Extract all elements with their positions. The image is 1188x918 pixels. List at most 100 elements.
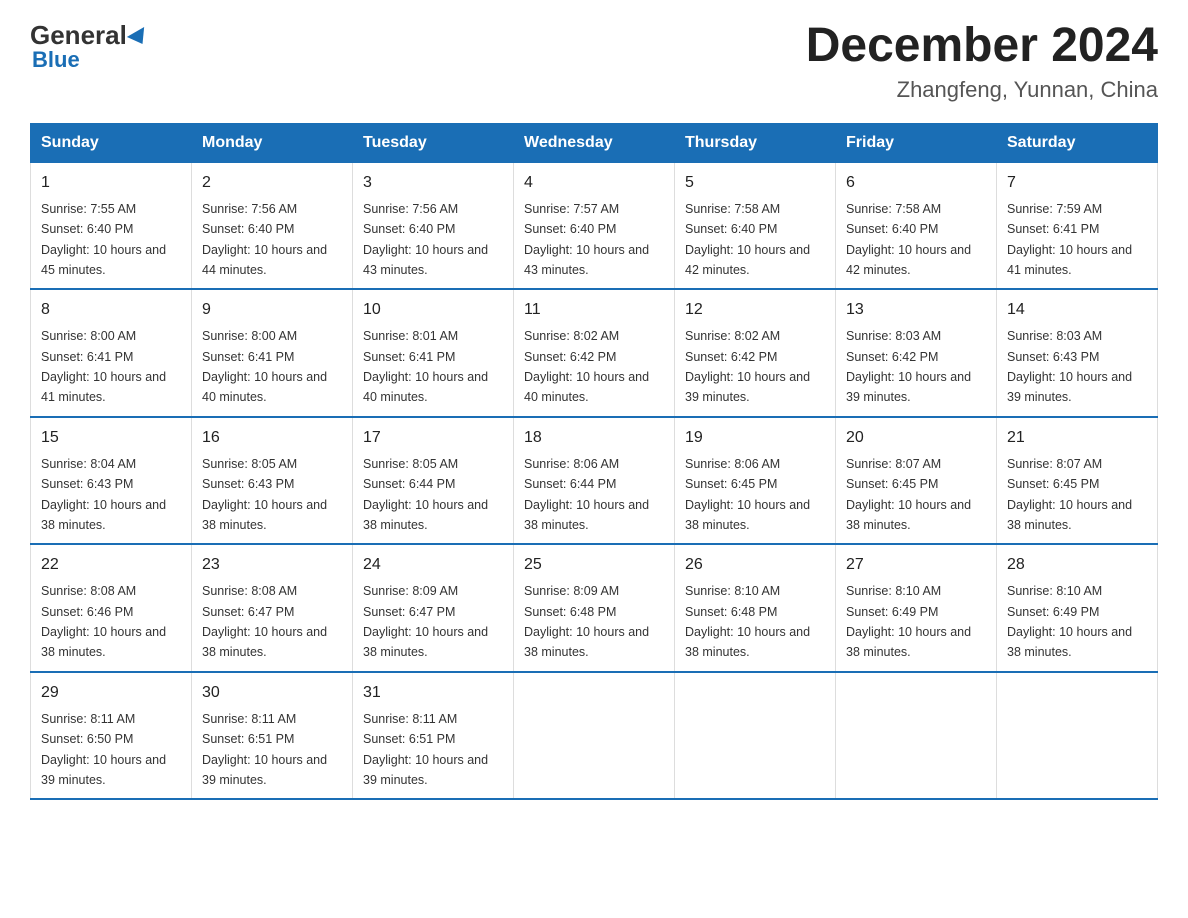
day-info: Sunrise: 8:00 AMSunset: 6:41 PMDaylight:… <box>202 329 327 404</box>
calendar-cell: 27 Sunrise: 8:10 AMSunset: 6:49 PMDayligh… <box>836 544 997 672</box>
location: Zhangfeng, Yunnan, China <box>806 77 1158 103</box>
logo-blue-text: Blue <box>32 47 80 73</box>
calendar-cell: 30 Sunrise: 8:11 AMSunset: 6:51 PMDayligh… <box>192 672 353 800</box>
day-info: Sunrise: 8:10 AMSunset: 6:49 PMDaylight:… <box>1007 584 1132 659</box>
logo: General Blue <box>30 20 149 73</box>
calendar-cell: 3Sunrise: 7:56 AMSunset: 6:40 PMDaylight… <box>353 162 514 289</box>
day-info: Sunrise: 7:55 AMSunset: 6:40 PMDaylight:… <box>41 202 166 277</box>
day-info: Sunrise: 8:10 AMSunset: 6:49 PMDaylight:… <box>846 584 971 659</box>
calendar-cell: 1 Sunrise: 7:55 AMSunset: 6:40 PMDaylight… <box>31 162 192 289</box>
day-number: 9 <box>202 298 342 322</box>
day-info: Sunrise: 7:57 AMSunset: 6:40 PMDaylight:… <box>524 202 649 277</box>
title-section: December 2024 Zhangfeng, Yunnan, China <box>806 20 1158 103</box>
day-info: Sunrise: 8:09 AMSunset: 6:48 PMDaylight:… <box>524 584 649 659</box>
day-number: 24 <box>363 553 503 577</box>
calendar-week-row: 8 Sunrise: 8:00 AMSunset: 6:41 PMDaylight… <box>31 289 1158 417</box>
calendar-cell: 19 Sunrise: 8:06 AMSunset: 6:45 PMDayligh… <box>675 417 836 545</box>
logo-arrow-icon <box>127 26 151 48</box>
calendar-cell: 9 Sunrise: 8:00 AMSunset: 6:41 PMDaylight… <box>192 289 353 417</box>
day-number: 21 <box>1007 426 1147 450</box>
month-title: December 2024 <box>806 20 1158 73</box>
calendar-cell: 23Sunrise: 8:08 AMSunset: 6:47 PMDayligh… <box>192 544 353 672</box>
day-info: Sunrise: 7:58 AMSunset: 6:40 PMDaylight:… <box>685 202 810 277</box>
day-info: Sunrise: 8:05 AMSunset: 6:43 PMDaylight:… <box>202 457 327 532</box>
day-info: Sunrise: 8:00 AMSunset: 6:41 PMDaylight:… <box>41 329 166 404</box>
day-number: 2 <box>202 171 342 195</box>
calendar-cell: 4 Sunrise: 7:57 AMSunset: 6:40 PMDaylight… <box>514 162 675 289</box>
calendar-cell: 5Sunrise: 7:58 AMSunset: 6:40 PMDaylight… <box>675 162 836 289</box>
day-number: 16 <box>202 426 342 450</box>
weekday-header-wednesday: Wednesday <box>514 123 675 162</box>
day-info: Sunrise: 8:01 AMSunset: 6:41 PMDaylight:… <box>363 329 488 404</box>
calendar-cell: 16 Sunrise: 8:05 AMSunset: 6:43 PMDayligh… <box>192 417 353 545</box>
weekday-header-thursday: Thursday <box>675 123 836 162</box>
calendar-week-row: 15 Sunrise: 8:04 AMSunset: 6:43 PMDayligh… <box>31 417 1158 545</box>
day-info: Sunrise: 8:02 AMSunset: 6:42 PMDaylight:… <box>685 329 810 404</box>
day-number: 11 <box>524 298 664 322</box>
day-number: 10 <box>363 298 503 322</box>
day-number: 15 <box>41 426 181 450</box>
calendar-cell <box>836 672 997 800</box>
day-number: 7 <box>1007 171 1147 195</box>
day-info: Sunrise: 8:03 AMSunset: 6:43 PMDaylight:… <box>1007 329 1132 404</box>
day-number: 28 <box>1007 553 1147 577</box>
day-number: 26 <box>685 553 825 577</box>
calendar-cell <box>997 672 1158 800</box>
day-info: Sunrise: 7:59 AMSunset: 6:41 PMDaylight:… <box>1007 202 1132 277</box>
day-info: Sunrise: 8:11 AMSunset: 6:50 PMDaylight:… <box>41 712 166 787</box>
day-number: 6 <box>846 171 986 195</box>
day-info: Sunrise: 8:06 AMSunset: 6:44 PMDaylight:… <box>524 457 649 532</box>
weekday-header-sunday: Sunday <box>31 123 192 162</box>
day-number: 1 <box>41 171 181 195</box>
day-number: 18 <box>524 426 664 450</box>
day-info: Sunrise: 8:11 AMSunset: 6:51 PMDaylight:… <box>202 712 327 787</box>
calendar-cell: 15 Sunrise: 8:04 AMSunset: 6:43 PMDayligh… <box>31 417 192 545</box>
day-number: 13 <box>846 298 986 322</box>
calendar-week-row: 29Sunrise: 8:11 AMSunset: 6:50 PMDayligh… <box>31 672 1158 800</box>
weekday-header-saturday: Saturday <box>997 123 1158 162</box>
calendar-week-row: 1 Sunrise: 7:55 AMSunset: 6:40 PMDaylight… <box>31 162 1158 289</box>
day-info: Sunrise: 8:09 AMSunset: 6:47 PMDaylight:… <box>363 584 488 659</box>
day-number: 17 <box>363 426 503 450</box>
day-number: 27 <box>846 553 986 577</box>
day-info: Sunrise: 7:58 AMSunset: 6:40 PMDaylight:… <box>846 202 971 277</box>
calendar-cell: 13 Sunrise: 8:03 AMSunset: 6:42 PMDayligh… <box>836 289 997 417</box>
calendar-cell: 29Sunrise: 8:11 AMSunset: 6:50 PMDayligh… <box>31 672 192 800</box>
calendar-cell: 10 Sunrise: 8:01 AMSunset: 6:41 PMDayligh… <box>353 289 514 417</box>
calendar-cell <box>514 672 675 800</box>
day-number: 3 <box>363 171 503 195</box>
day-info: Sunrise: 8:10 AMSunset: 6:48 PMDaylight:… <box>685 584 810 659</box>
calendar-cell: 31Sunrise: 8:11 AMSunset: 6:51 PMDayligh… <box>353 672 514 800</box>
day-info: Sunrise: 8:08 AMSunset: 6:47 PMDaylight:… <box>202 584 327 659</box>
day-info: Sunrise: 8:07 AMSunset: 6:45 PMDaylight:… <box>1007 457 1132 532</box>
page-header: General Blue December 2024 Zhangfeng, Yu… <box>30 20 1158 103</box>
day-info: Sunrise: 8:04 AMSunset: 6:43 PMDaylight:… <box>41 457 166 532</box>
day-number: 8 <box>41 298 181 322</box>
day-number: 25 <box>524 553 664 577</box>
day-number: 4 <box>524 171 664 195</box>
weekday-header-tuesday: Tuesday <box>353 123 514 162</box>
day-number: 30 <box>202 681 342 705</box>
calendar-cell: 14Sunrise: 8:03 AMSunset: 6:43 PMDayligh… <box>997 289 1158 417</box>
day-number: 22 <box>41 553 181 577</box>
calendar-cell: 24 Sunrise: 8:09 AMSunset: 6:47 PMDayligh… <box>353 544 514 672</box>
calendar-cell: 26 Sunrise: 8:10 AMSunset: 6:48 PMDayligh… <box>675 544 836 672</box>
calendar-cell: 17 Sunrise: 8:05 AMSunset: 6:44 PMDayligh… <box>353 417 514 545</box>
calendar-cell: 21 Sunrise: 8:07 AMSunset: 6:45 PMDayligh… <box>997 417 1158 545</box>
day-number: 19 <box>685 426 825 450</box>
day-info: Sunrise: 8:06 AMSunset: 6:45 PMDaylight:… <box>685 457 810 532</box>
day-info: Sunrise: 8:07 AMSunset: 6:45 PMDaylight:… <box>846 457 971 532</box>
day-info: Sunrise: 8:05 AMSunset: 6:44 PMDaylight:… <box>363 457 488 532</box>
day-info: Sunrise: 7:56 AMSunset: 6:40 PMDaylight:… <box>202 202 327 277</box>
calendar-cell: 28 Sunrise: 8:10 AMSunset: 6:49 PMDayligh… <box>997 544 1158 672</box>
calendar-cell: 11 Sunrise: 8:02 AMSunset: 6:42 PMDayligh… <box>514 289 675 417</box>
day-info: Sunrise: 8:02 AMSunset: 6:42 PMDaylight:… <box>524 329 649 404</box>
day-number: 31 <box>363 681 503 705</box>
calendar-cell: 20 Sunrise: 8:07 AMSunset: 6:45 PMDayligh… <box>836 417 997 545</box>
day-info: Sunrise: 8:03 AMSunset: 6:42 PMDaylight:… <box>846 329 971 404</box>
calendar-cell: 7 Sunrise: 7:59 AMSunset: 6:41 PMDaylight… <box>997 162 1158 289</box>
day-info: Sunrise: 8:08 AMSunset: 6:46 PMDaylight:… <box>41 584 166 659</box>
day-number: 20 <box>846 426 986 450</box>
calendar-cell: 2 Sunrise: 7:56 AMSunset: 6:40 PMDaylight… <box>192 162 353 289</box>
weekday-header-row: SundayMondayTuesdayWednesdayThursdayFrid… <box>31 123 1158 162</box>
